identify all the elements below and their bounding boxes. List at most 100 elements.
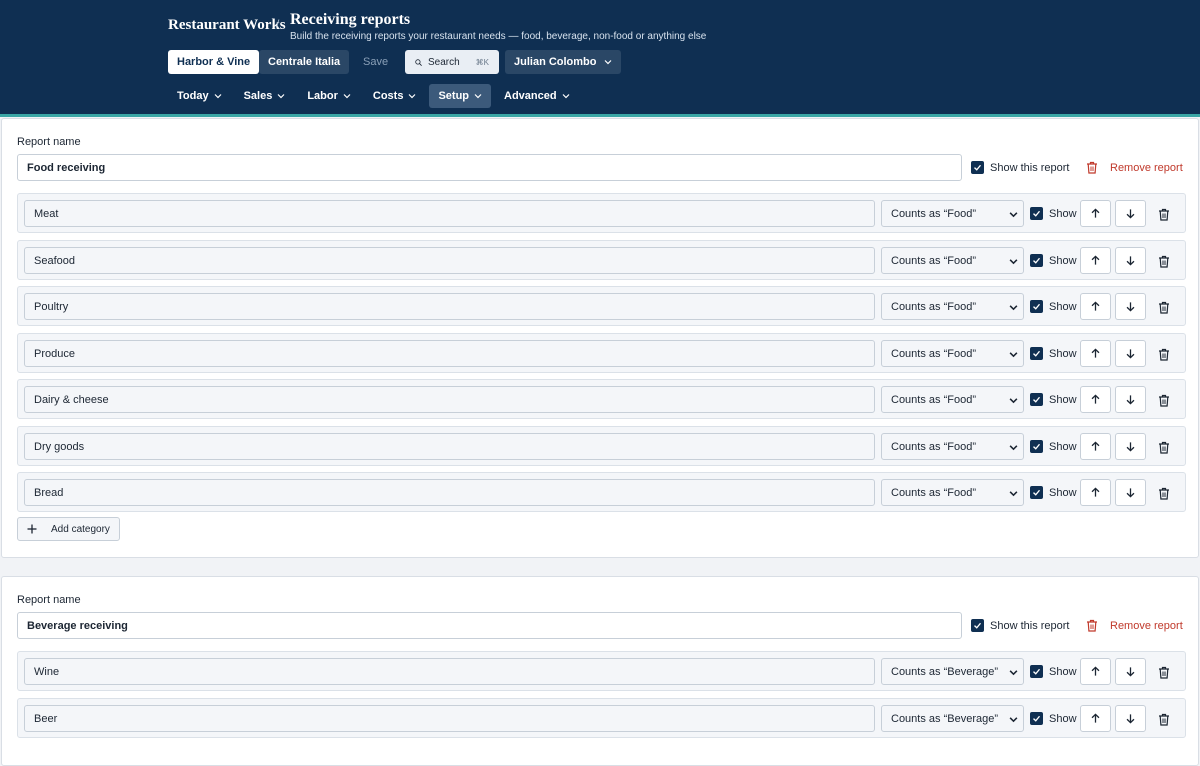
category-show-toggle[interactable]: Show: [1030, 665, 1077, 678]
user-menu-button[interactable]: Julian Colombo: [505, 50, 621, 74]
checkbox-checked-icon[interactable]: [1030, 440, 1043, 453]
delete-category-button[interactable]: [1157, 664, 1171, 680]
category-type-value: Counts as “Beverage”: [891, 712, 998, 725]
nav-costs[interactable]: Costs: [364, 84, 426, 108]
category-type-value: Counts as “Food”: [891, 440, 976, 453]
checkbox-checked-icon[interactable]: [1030, 665, 1043, 678]
category-show-toggle[interactable]: Show: [1030, 440, 1077, 453]
category-type-select[interactable]: Counts as “Food”: [881, 293, 1024, 320]
move-up-button[interactable]: [1080, 247, 1111, 274]
category-show-toggle[interactable]: Show: [1030, 486, 1077, 499]
category-show-label: Show: [1049, 347, 1077, 360]
move-down-button[interactable]: [1115, 705, 1146, 732]
delete-category-button[interactable]: [1157, 253, 1171, 269]
delete-category-button[interactable]: [1157, 299, 1171, 315]
category-show-toggle[interactable]: Show: [1030, 300, 1077, 313]
move-down-button[interactable]: [1115, 433, 1146, 460]
category-type-value: Counts as “Food”: [891, 486, 976, 499]
move-down-button[interactable]: [1115, 247, 1146, 274]
show-report-toggle[interactable]: Show this report: [971, 619, 1069, 632]
move-up-button[interactable]: [1080, 340, 1111, 367]
category-name-input[interactable]: Dairy & cheese: [24, 386, 875, 413]
move-up-button[interactable]: [1080, 200, 1111, 227]
arrow-down-icon: [1125, 713, 1136, 724]
delete-category-button[interactable]: [1157, 439, 1171, 455]
move-up-button[interactable]: [1080, 293, 1111, 320]
delete-category-button[interactable]: [1157, 346, 1171, 362]
category-name-input[interactable]: Bread: [24, 479, 875, 506]
delete-category-button[interactable]: [1157, 485, 1171, 501]
category-show-label: Show: [1049, 712, 1077, 725]
checkbox-checked-icon[interactable]: [1030, 347, 1043, 360]
location-harbor-vine-button[interactable]: Harbor & Vine: [168, 50, 260, 74]
move-up-button[interactable]: [1080, 386, 1111, 413]
category-show-toggle[interactable]: Show: [1030, 254, 1077, 267]
location-centrale-italia-button[interactable]: Centrale Italia: [259, 50, 350, 74]
save-button[interactable]: Save: [363, 56, 388, 68]
category-type-select[interactable]: Counts as “Food”: [881, 479, 1024, 506]
category-type-select[interactable]: Counts as “Beverage”: [881, 658, 1024, 685]
category-show-toggle[interactable]: Show: [1030, 207, 1077, 220]
remove-report-button[interactable]: Remove report: [1086, 619, 1183, 632]
nav-advanced[interactable]: Advanced: [495, 84, 579, 108]
move-down-button[interactable]: [1115, 658, 1146, 685]
move-down-button[interactable]: [1115, 200, 1146, 227]
category-type-select[interactable]: Counts as “Food”: [881, 386, 1024, 413]
category-name-input[interactable]: Produce: [24, 340, 875, 367]
checkbox-checked-icon[interactable]: [1030, 300, 1043, 313]
report-name-input[interactable]: Food receiving: [17, 154, 962, 181]
search-button[interactable]: Search ⌘K: [405, 50, 499, 74]
move-down-button[interactable]: [1115, 386, 1146, 413]
move-up-button[interactable]: [1080, 705, 1111, 732]
category-show-toggle[interactable]: Show: [1030, 712, 1077, 725]
move-down-button[interactable]: [1115, 340, 1146, 367]
checkbox-checked-icon[interactable]: [971, 619, 984, 632]
checkbox-checked-icon[interactable]: [1030, 486, 1043, 499]
category-name-input[interactable]: Dry goods: [24, 433, 875, 460]
delete-category-button[interactable]: [1157, 206, 1171, 222]
move-down-button[interactable]: [1115, 479, 1146, 506]
category-type-select[interactable]: Counts as “Beverage”: [881, 705, 1024, 732]
category-name-input[interactable]: Poultry: [24, 293, 875, 320]
category-show-toggle[interactable]: Show: [1030, 347, 1077, 360]
remove-report-button[interactable]: Remove report: [1086, 161, 1183, 174]
search-label: Search: [427, 56, 460, 68]
move-up-button[interactable]: [1080, 479, 1111, 506]
move-up-button[interactable]: [1080, 433, 1111, 460]
checkbox-checked-icon[interactable]: [1030, 712, 1043, 725]
category-type-select[interactable]: Counts as “Food”: [881, 247, 1024, 274]
show-report-toggle[interactable]: Show this report: [971, 161, 1069, 174]
arrow-up-icon: [1090, 208, 1101, 219]
app-header: Restaurant Works / Receiving reports Bui…: [0, 0, 1200, 117]
nav-setup[interactable]: Setup: [429, 84, 492, 108]
nav-sales[interactable]: Sales: [235, 84, 295, 108]
checkbox-checked-icon[interactable]: [971, 161, 984, 174]
category-name-input[interactable]: Wine: [24, 658, 875, 685]
nav-today-label: Today: [177, 90, 209, 102]
nav-today[interactable]: Today: [168, 84, 231, 108]
checkbox-checked-icon[interactable]: [1030, 393, 1043, 406]
move-down-button[interactable]: [1115, 293, 1146, 320]
move-up-button[interactable]: [1080, 658, 1111, 685]
category-type-select[interactable]: Counts as “Food”: [881, 433, 1024, 460]
delete-category-button[interactable]: [1157, 711, 1171, 727]
category-name-input[interactable]: Seafood: [24, 247, 875, 274]
report-card: Report name Food receiving Show this repor…: [1, 118, 1199, 558]
checkbox-checked-icon[interactable]: [1030, 207, 1043, 220]
search-shortcut: ⌘K: [475, 57, 489, 67]
category-name-input[interactable]: Beer: [24, 705, 875, 732]
checkbox-checked-icon[interactable]: [1030, 254, 1043, 267]
category-type-select[interactable]: Counts as “Food”: [881, 200, 1024, 227]
category-type-select[interactable]: Counts as “Food”: [881, 340, 1024, 367]
category-name-input[interactable]: Meat: [24, 200, 875, 227]
nav-labor[interactable]: Labor: [298, 84, 360, 108]
arrow-up-icon: [1090, 255, 1101, 266]
category-type-value: Counts as “Food”: [891, 300, 976, 313]
add-category-button[interactable]: Add category: [17, 517, 120, 541]
category-row: Dairy & cheese Counts as “Food” Show: [17, 379, 1186, 419]
brand-name[interactable]: Restaurant Works: [168, 17, 286, 34]
category-show-toggle[interactable]: Show: [1030, 393, 1077, 406]
delete-category-button[interactable]: [1157, 392, 1171, 408]
report-name-input[interactable]: Beverage receiving: [17, 612, 962, 639]
arrow-down-icon: [1125, 487, 1136, 498]
